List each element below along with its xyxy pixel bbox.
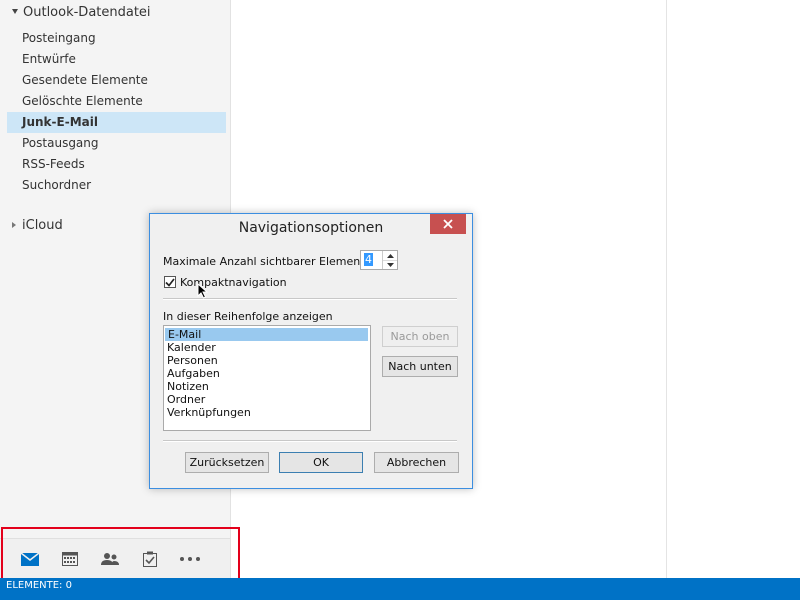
cancel-button[interactable]: Abbrechen xyxy=(374,452,459,473)
max-items-label: Maximale Anzahl sichtbarer Elemente: xyxy=(163,255,376,268)
close-button[interactable] xyxy=(430,214,466,234)
folder-item-posteingang[interactable]: Posteingang xyxy=(7,28,226,49)
ok-button[interactable]: OK xyxy=(279,452,363,473)
compact-nav-label[interactable]: Kompaktnavigation xyxy=(180,276,287,289)
divider xyxy=(163,440,457,442)
order-label: In dieser Reihenfolge anzeigen xyxy=(163,310,333,323)
folder-item-postausgang[interactable]: Postausgang xyxy=(7,133,226,154)
mouse-cursor-icon xyxy=(197,283,209,299)
move-down-button[interactable]: Nach unten xyxy=(382,356,458,377)
max-items-value[interactable]: 4 xyxy=(364,253,373,266)
status-bar: ELEMENTE: 0 xyxy=(0,578,800,600)
list-item[interactable]: Verknüpfungen xyxy=(164,406,370,419)
mail-icon[interactable] xyxy=(18,548,42,570)
item-count: ELEMENTE: 0 xyxy=(6,580,72,591)
icloud-account[interactable]: iCloud xyxy=(12,218,63,233)
spin-down-icon[interactable] xyxy=(383,260,397,269)
list-item[interactable]: Notizen xyxy=(164,380,370,393)
navigation-bar xyxy=(0,538,230,579)
move-up-button[interactable]: Nach oben xyxy=(382,326,458,347)
list-item[interactable]: E-Mail xyxy=(165,328,368,341)
tasks-icon[interactable] xyxy=(138,548,162,570)
folder-item-suchordner[interactable]: Suchordner xyxy=(7,175,226,196)
max-items-stepper[interactable]: 4 xyxy=(360,250,398,270)
list-item[interactable]: Aufgaben xyxy=(164,367,370,380)
more-icon[interactable] xyxy=(178,548,202,570)
list-item[interactable]: Ordner xyxy=(164,393,370,406)
expand-triangle-icon[interactable] xyxy=(12,9,18,14)
checkmark-icon xyxy=(165,277,175,287)
folder-list: Posteingang Entwürfe Gesendete Elemente … xyxy=(7,28,226,196)
close-icon xyxy=(443,219,453,229)
folder-item-gesendete[interactable]: Gesendete Elemente xyxy=(7,70,226,91)
reading-pane xyxy=(667,0,800,578)
folder-item-rss[interactable]: RSS-Feeds xyxy=(7,154,226,175)
icloud-label: iCloud xyxy=(22,218,63,233)
calendar-icon[interactable] xyxy=(58,548,82,570)
navigation-options-dialog: Navigationsoptionen Maximale Anzahl sich… xyxy=(149,213,473,489)
people-icon[interactable] xyxy=(98,548,122,570)
order-listbox[interactable]: E-Mail Kalender Personen Aufgaben Notize… xyxy=(163,325,371,431)
compact-nav-checkbox[interactable] xyxy=(164,276,176,288)
list-item[interactable]: Kalender xyxy=(164,341,370,354)
reset-button[interactable]: Zurücksetzen xyxy=(185,452,269,473)
account-name: Outlook-Datendatei xyxy=(23,5,151,20)
folder-item-geloeschte[interactable]: Gelöschte Elemente xyxy=(7,91,226,112)
folder-item-junk[interactable]: Junk-E-Mail xyxy=(7,112,226,133)
account-header[interactable]: Outlook-Datendatei xyxy=(12,5,151,20)
list-item[interactable]: Personen xyxy=(164,354,370,367)
dialog-title-bar[interactable]: Navigationsoptionen xyxy=(150,214,472,241)
collapse-triangle-icon[interactable] xyxy=(12,222,16,228)
dialog-title: Navigationsoptionen xyxy=(238,220,384,236)
folder-item-entwuerfe[interactable]: Entwürfe xyxy=(7,49,226,70)
